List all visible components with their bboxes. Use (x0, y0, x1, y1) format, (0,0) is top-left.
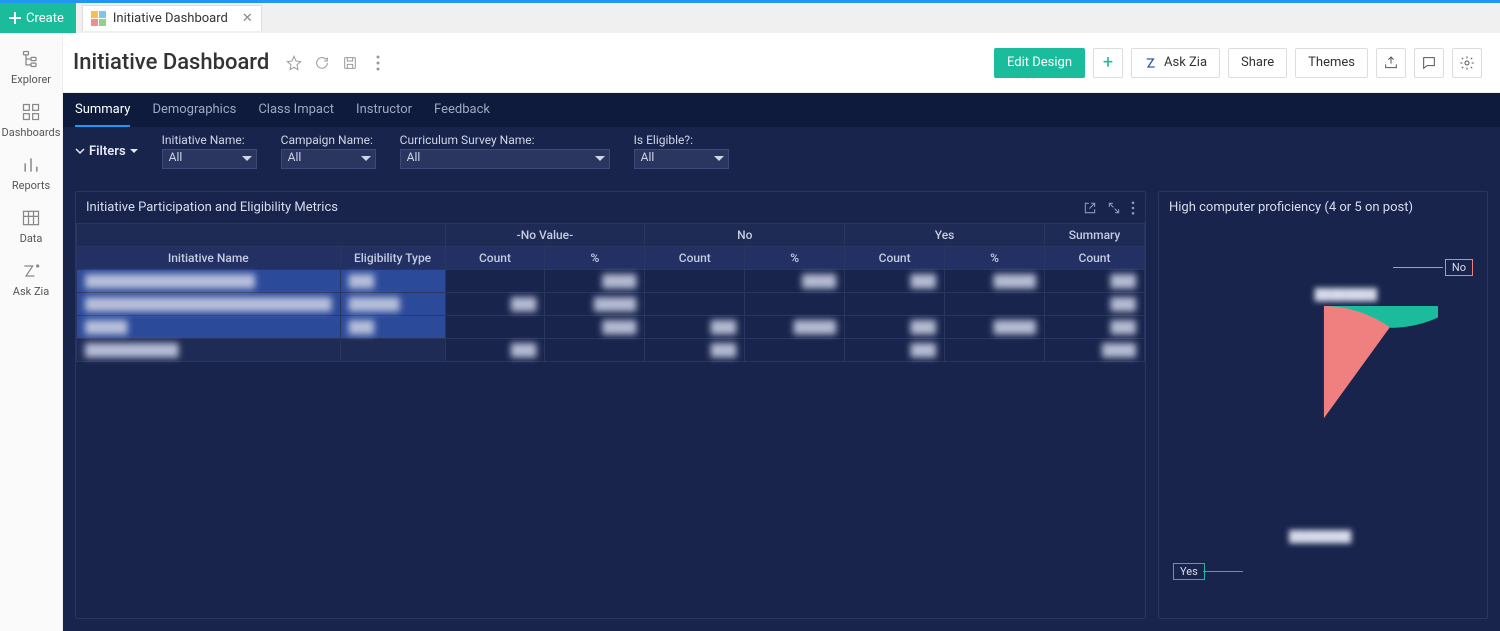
filters-toggle[interactable]: Filters (75, 144, 138, 159)
table-row[interactable]: ████████████████████████████████████████… (77, 270, 1145, 293)
panel-title: Initiative Participation and Eligibility… (86, 200, 338, 215)
table-row[interactable]: ████████████████████████████████████████… (77, 293, 1145, 316)
sidebar-item-label: Dashboards (2, 126, 61, 139)
comment-button[interactable] (1414, 48, 1444, 78)
dashboard-icon (91, 11, 107, 27)
explorer-icon (21, 49, 41, 69)
table-panel: Initiative Participation and Eligibility… (75, 191, 1146, 619)
tab-feedback[interactable]: Feedback (434, 93, 490, 127)
tab-title: Initiative Dashboard (113, 11, 228, 26)
filter-curriculum-survey: Curriculum Survey Name: All (400, 133, 610, 169)
refresh-icon[interactable] (313, 54, 331, 72)
table-row[interactable]: ███████████████████████████████ (77, 316, 1145, 339)
page-title: Initiative Dashboard (73, 50, 269, 75)
sidebar-item-data[interactable]: Data (0, 200, 63, 253)
edit-design-button[interactable]: Edit Design (994, 48, 1085, 78)
zia-icon (1144, 55, 1160, 71)
sidebar-item-label: Explorer (11, 73, 51, 86)
filter-is-eligible: Is Eligible?: All (634, 133, 729, 169)
zia-icon (21, 261, 41, 281)
filter-label: Initiative Name: (162, 133, 257, 147)
filter-bar: Filters Initiative Name: All Campaign Na… (63, 127, 1500, 179)
tab-classimpact[interactable]: Class Impact (258, 93, 334, 127)
header: Initiative Dashboard Edit Design + Ask Z… (63, 33, 1500, 93)
plus-icon (8, 11, 22, 25)
sidebar: Explorer Dashboards Reports Data Ask Zia (0, 33, 63, 631)
filter-campaign-name: Campaign Name: All (281, 133, 376, 169)
export-button[interactable] (1376, 48, 1406, 78)
filter-select[interactable]: All (400, 149, 610, 169)
filter-select[interactable]: All (634, 149, 729, 169)
pie-label-no: No (1445, 259, 1473, 276)
filter-label: Campaign Name: (281, 133, 376, 147)
sidebar-item-askzia[interactable]: Ask Zia (0, 253, 63, 306)
tab-instructor[interactable]: Instructor (356, 93, 412, 127)
expand-icon[interactable] (1107, 201, 1121, 215)
panel-title: High computer proficiency (4 or 5 on pos… (1169, 200, 1413, 215)
filter-label: Is Eligible?: (634, 133, 729, 147)
filter-select[interactable]: All (281, 149, 376, 169)
more-icon[interactable] (369, 54, 387, 72)
metrics-table: -No Value- No Yes Summary Initiative Nam… (76, 223, 1145, 362)
sidebar-item-label: Data (20, 232, 43, 245)
sidebar-item-dashboards[interactable]: Dashboards (0, 94, 63, 147)
sidebar-item-label: Reports (12, 179, 50, 192)
table-row[interactable]: ████████████████████████ (77, 339, 1145, 362)
dashboards-icon (21, 102, 41, 122)
settings-button[interactable] (1452, 48, 1482, 78)
themes-button[interactable]: Themes (1295, 48, 1368, 78)
tab-summary[interactable]: Summary (75, 93, 130, 127)
create-button[interactable]: Create (0, 3, 76, 33)
close-icon[interactable]: ✕ (242, 11, 253, 26)
nav-tabs: Summary Demographics Class Impact Instru… (63, 93, 1500, 127)
open-icon[interactable] (1083, 201, 1097, 215)
pie-label-yes: Yes (1173, 563, 1205, 580)
more-icon[interactable] (1131, 201, 1135, 215)
share-button[interactable]: Share (1228, 48, 1287, 78)
star-icon[interactable] (285, 54, 303, 72)
pie-chart: No Yes ████████ ████████ (1159, 223, 1487, 618)
filter-select[interactable]: All (162, 149, 257, 169)
sidebar-item-explorer[interactable]: Explorer (0, 41, 63, 94)
reports-icon (21, 155, 41, 175)
filter-initiative-name: Initiative Name: All (162, 133, 257, 169)
ask-zia-button[interactable]: Ask Zia (1131, 48, 1220, 78)
filter-label: Curriculum Survey Name: (400, 133, 610, 147)
data-icon (21, 208, 41, 228)
workspace-tab[interactable]: Initiative Dashboard ✕ (82, 5, 262, 31)
caret-down-icon (130, 147, 138, 155)
pie-panel: High computer proficiency (4 or 5 on pos… (1158, 191, 1488, 619)
tab-demographics[interactable]: Demographics (152, 93, 236, 127)
sidebar-item-reports[interactable]: Reports (0, 147, 63, 200)
create-label: Create (26, 11, 64, 26)
save-icon[interactable] (341, 54, 359, 72)
sidebar-item-label: Ask Zia (13, 285, 49, 298)
chevron-down-icon (75, 146, 85, 156)
add-button[interactable]: + (1093, 48, 1123, 78)
tab-strip: Create Initiative Dashboard ✕ (0, 3, 1500, 33)
